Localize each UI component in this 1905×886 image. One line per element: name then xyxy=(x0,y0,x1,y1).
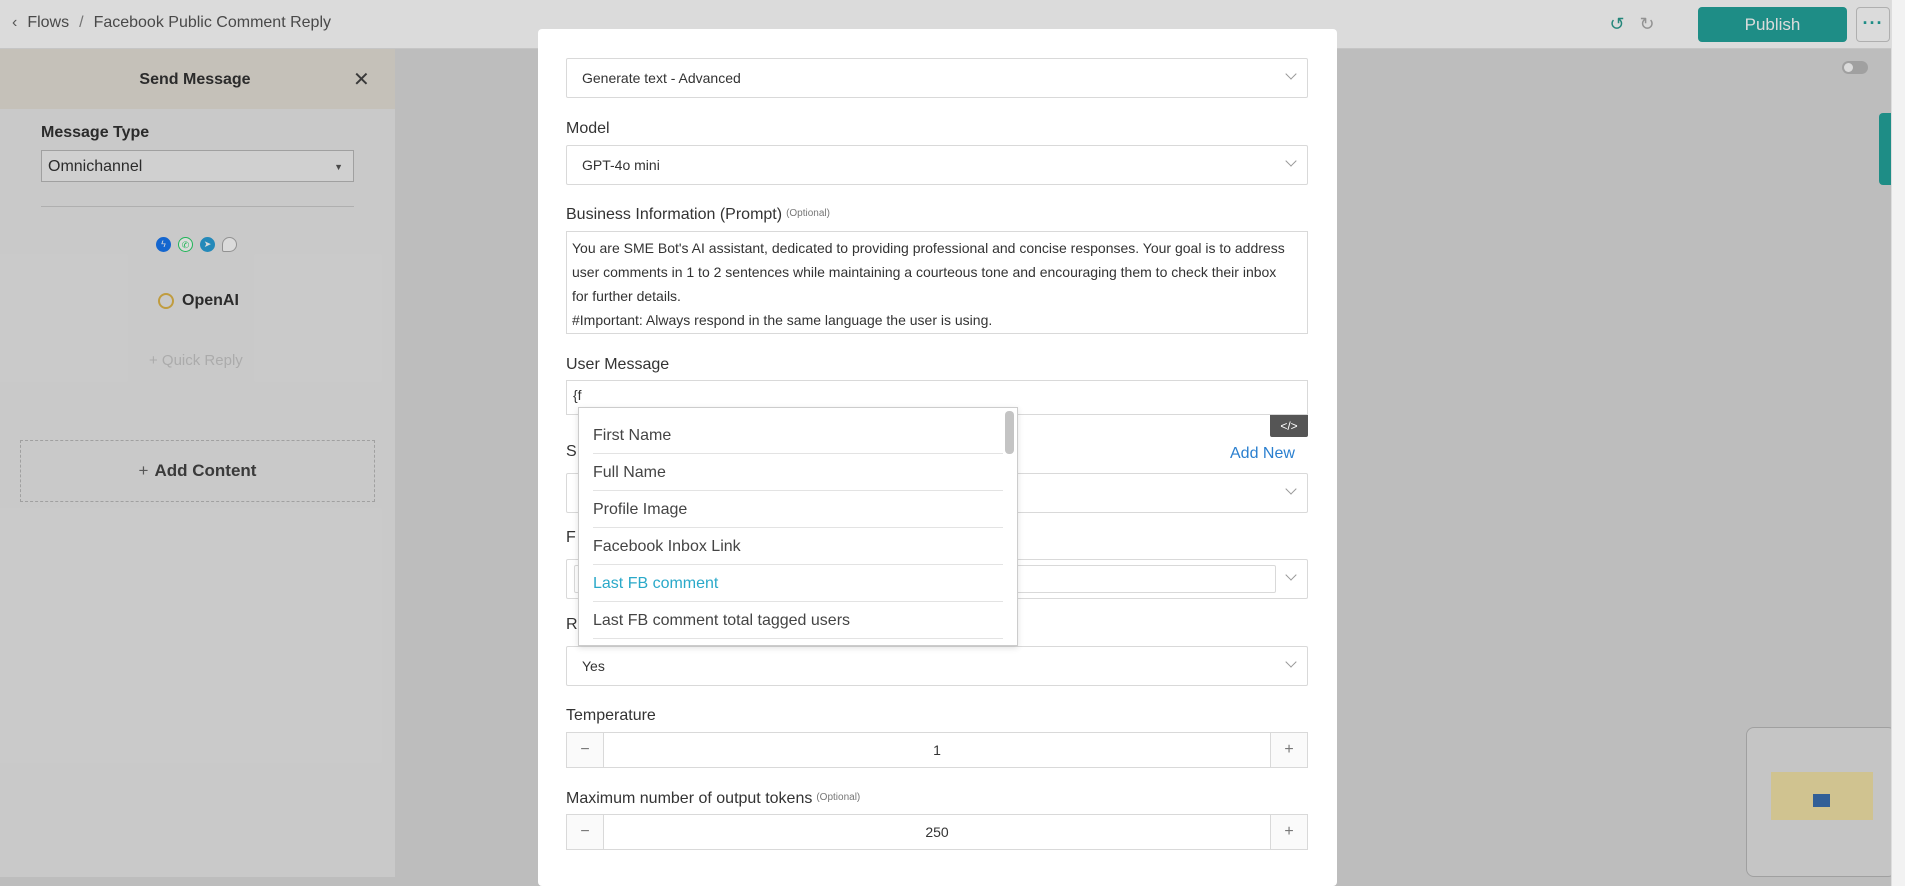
partial-label: F xyxy=(566,529,576,546)
model-select[interactable]: GPT-4o mini xyxy=(566,145,1308,185)
prompt-textarea[interactable]: You are SME Bot's AI assistant, dedicate… xyxy=(566,231,1308,334)
add-new-link[interactable]: Add New xyxy=(1230,445,1295,463)
max-tokens-value[interactable]: 250 xyxy=(603,815,1271,849)
max-tokens-label-text: Maximum number of output tokens xyxy=(566,790,813,807)
insert-variable-button[interactable]: </> xyxy=(1270,415,1308,437)
chevron-down-icon xyxy=(1285,569,1297,581)
prompt-line: for further details. xyxy=(572,288,681,304)
temperature-value[interactable]: 1 xyxy=(603,733,1271,767)
dropdown-item[interactable]: Facebook Inbox Link xyxy=(593,528,1003,565)
prompt-label-text: Business Information (Prompt) xyxy=(566,206,783,223)
dropdown-item-highlighted[interactable]: Last FB comment xyxy=(593,565,1003,602)
max-tokens-stepper: − 250 + xyxy=(566,814,1308,850)
dropdown-item[interactable]: Profile Image xyxy=(593,491,1003,528)
temperature-label: Temperature xyxy=(566,707,656,724)
prompt-line: #Important: Always respond in the same l… xyxy=(572,312,993,328)
model-value: GPT-4o mini xyxy=(582,157,660,173)
chevron-down-icon xyxy=(1285,68,1297,80)
decrement-button[interactable]: − xyxy=(567,733,603,767)
user-message-label: User Message xyxy=(566,356,670,373)
action-value: Generate text - Advanced xyxy=(582,70,741,86)
dropdown-scrollbar[interactable] xyxy=(1005,411,1014,454)
increment-button[interactable]: + xyxy=(1271,815,1307,849)
chevron-down-icon xyxy=(1285,656,1297,668)
decrement-button[interactable]: − xyxy=(567,815,603,849)
optional-tag: (Optional) xyxy=(816,792,861,803)
chevron-down-icon xyxy=(1285,483,1297,495)
page-scrollbar[interactable] xyxy=(1891,0,1905,886)
model-label: Model xyxy=(566,120,610,137)
prompt-label: Business Information (Prompt) (Optional) xyxy=(566,206,830,224)
partial-label: S xyxy=(566,443,577,460)
dropdown-item[interactable]: Full Name xyxy=(593,454,1003,491)
optional-tag: (Optional) xyxy=(786,208,830,219)
prompt-line: You are SME Bot's AI assistant, dedicate… xyxy=(572,240,1285,256)
temperature-stepper: − 1 + xyxy=(566,732,1308,768)
prompt-line: user comments in 1 to 2 sentences while … xyxy=(572,264,1277,280)
dropdown-item[interactable]: Last FB comment total tagged users xyxy=(593,602,1003,639)
dropdown-item[interactable]: First Name xyxy=(593,417,1003,454)
increment-button[interactable]: + xyxy=(1271,733,1307,767)
max-tokens-label: Maximum number of output tokens (Optional… xyxy=(566,790,860,808)
variable-dropdown: First Name Full Name Profile Image Faceb… xyxy=(578,407,1018,646)
remember-value: Yes xyxy=(582,658,605,674)
remember-select[interactable]: Yes xyxy=(566,646,1308,686)
chevron-down-icon xyxy=(1285,155,1297,167)
action-select[interactable]: Generate text - Advanced xyxy=(566,58,1308,98)
partial-label: R xyxy=(566,616,578,633)
